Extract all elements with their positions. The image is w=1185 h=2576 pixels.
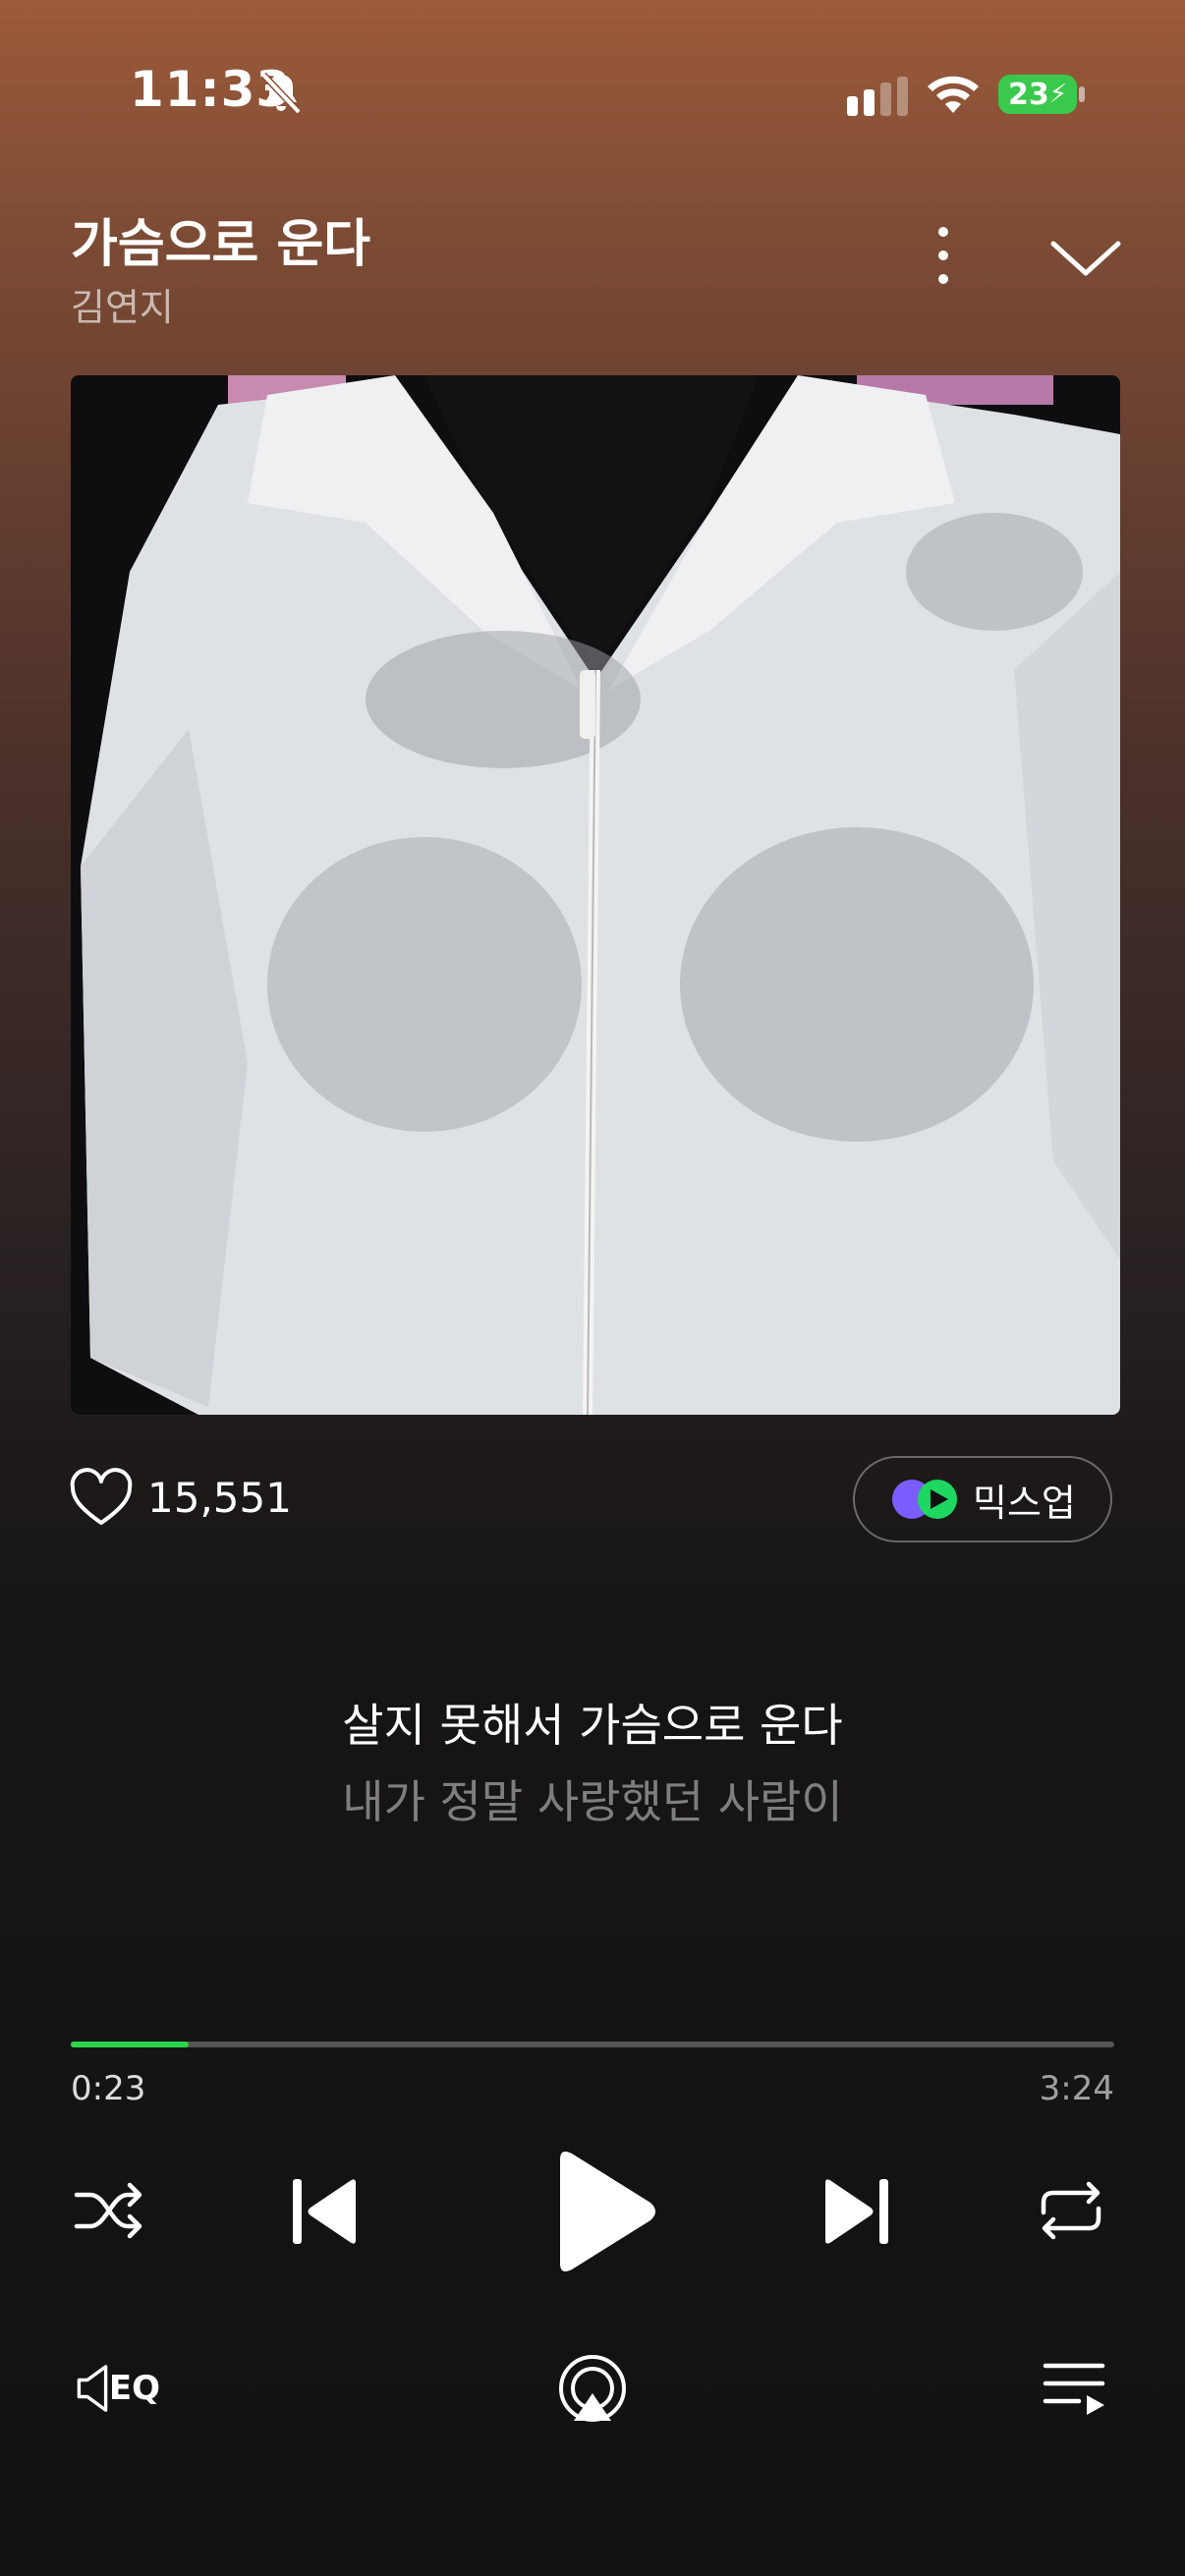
album-artwork	[71, 375, 1120, 1415]
like-count: 15,551	[147, 1474, 292, 1522]
battery-level: 23	[1007, 77, 1049, 112]
mixup-label: 믹스업	[973, 1481, 1076, 1525]
song-title[interactable]: 가슴으로 운다	[71, 202, 370, 276]
cellular-signal-icon	[847, 77, 908, 116]
mixup-button[interactable]: 믹스업	[853, 1456, 1112, 1542]
speaker-icon	[77, 2365, 108, 2412]
chevron-down-icon[interactable]	[1049, 234, 1122, 283]
time-total: 3:24	[1039, 2069, 1114, 2108]
airplay-icon[interactable]	[556, 2352, 629, 2425]
eq-button[interactable]: EQ	[69, 2354, 167, 2423]
mixup-logo-icon	[892, 1480, 957, 1519]
progress-bar[interactable]	[71, 2042, 1114, 2047]
battery-cap	[1079, 86, 1085, 102]
wifi-icon	[928, 76, 979, 113]
heart-icon[interactable]	[69, 1468, 134, 1529]
shuffle-icon[interactable]	[73, 2179, 145, 2242]
bell-muted-icon	[260, 72, 302, 115]
previous-icon[interactable]	[291, 2175, 360, 2248]
charging-bolt-icon: ⚡	[1048, 80, 1067, 109]
queue-icon[interactable]	[1042, 2358, 1106, 2421]
next-icon[interactable]	[821, 2175, 890, 2248]
lyric-current-line[interactable]: 살지 못해서 가슴으로 운다	[0, 1690, 1185, 1755]
eq-label: EQ	[108, 2369, 161, 2408]
progress-fill	[71, 2042, 189, 2047]
time-elapsed: 0:23	[71, 2069, 146, 2108]
lyric-next-line[interactable]: 내가 정말 사랑했던 사람이	[0, 1766, 1185, 1831]
battery-indicator: 23 ⚡	[998, 75, 1077, 114]
play-icon[interactable]	[550, 2148, 658, 2275]
more-vertical-icon[interactable]	[922, 224, 965, 287]
artist-name[interactable]: 김연지	[71, 277, 174, 331]
repeat-icon[interactable]	[1036, 2179, 1106, 2242]
